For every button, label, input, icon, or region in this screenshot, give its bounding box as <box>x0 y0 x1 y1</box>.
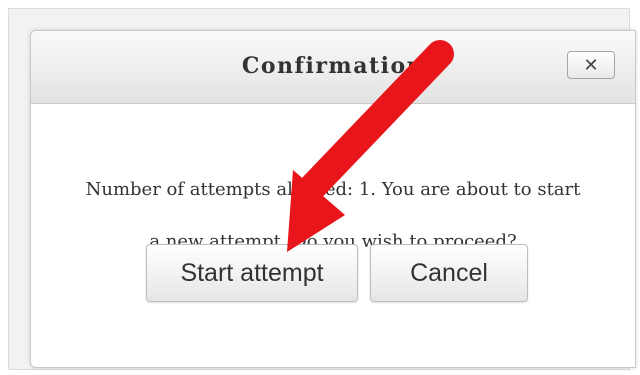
cancel-button[interactable]: Cancel <box>370 244 528 302</box>
start-attempt-button[interactable]: Start attempt <box>146 244 358 302</box>
dialog-message-line-1: Number of attempts allowed: 1. You are a… <box>85 179 581 200</box>
dialog-header: Confirmation <box>31 31 635 104</box>
dialog-title: Confirmation <box>241 53 425 79</box>
confirmation-dialog: Confirmation ✕ Number of attempts allowe… <box>30 30 636 368</box>
close-button[interactable]: ✕ <box>567 51 615 79</box>
close-icon: ✕ <box>583 54 599 76</box>
